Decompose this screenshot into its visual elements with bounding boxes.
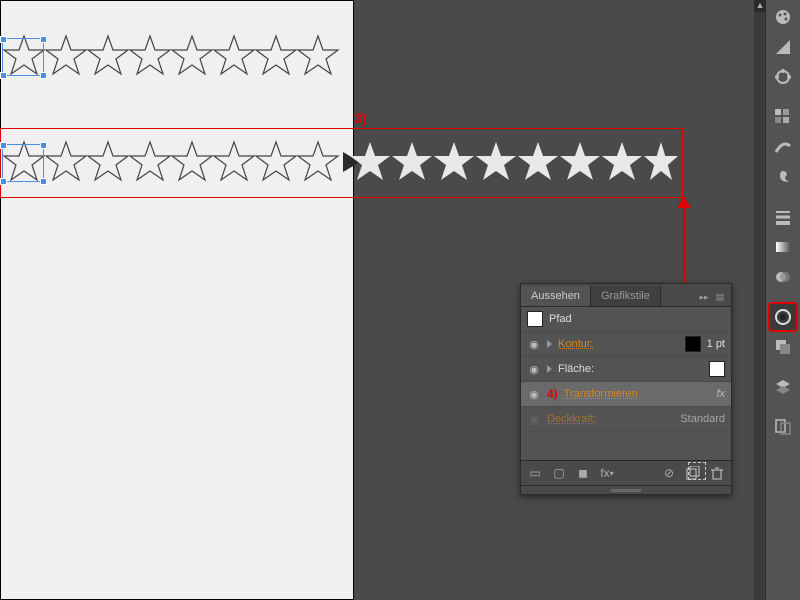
tab-appearance[interactable]: Aussehen xyxy=(521,286,591,306)
transform-link[interactable]: Transformieren xyxy=(564,388,638,400)
visibility-eye-icon[interactable]: ◉ xyxy=(527,362,541,376)
add-effect-icon[interactable]: fx▾ xyxy=(599,465,615,481)
delete-icon[interactable] xyxy=(709,465,725,481)
transparency-icon[interactable] xyxy=(770,264,796,290)
color-palette-icon[interactable] xyxy=(770,4,796,30)
star-row-top-wrap xyxy=(0,32,352,82)
arrow-head-icon xyxy=(677,196,691,208)
add-stroke-icon[interactable]: ▢ xyxy=(551,465,567,481)
selection-handle[interactable] xyxy=(0,36,7,43)
selection-handle[interactable] xyxy=(40,178,47,185)
star-row-top-svg[interactable] xyxy=(0,32,352,82)
annotation-box-3 xyxy=(0,128,683,198)
fill-swatch[interactable] xyxy=(709,361,725,377)
panel-spacer xyxy=(521,432,731,460)
visibility-eye-icon[interactable]: ◉ xyxy=(527,387,541,401)
swatches-icon[interactable] xyxy=(770,104,796,130)
stroke-value[interactable]: 1 pt xyxy=(707,338,725,350)
add-fill-icon[interactable]: ◼ xyxy=(575,465,591,481)
selection-box-top xyxy=(2,38,44,76)
object-type-row: Pfad xyxy=(521,307,731,332)
transform-effect-row[interactable]: ◉ 4) Transformieren fx xyxy=(521,382,731,407)
selection-handle[interactable] xyxy=(0,72,7,79)
right-dock xyxy=(765,0,800,600)
selection-handle[interactable] xyxy=(0,178,7,185)
layers-icon[interactable] xyxy=(770,374,796,400)
artboard[interactable] xyxy=(0,0,354,600)
expand-triangle-icon[interactable] xyxy=(547,340,552,348)
stroke-swatch[interactable] xyxy=(685,336,701,352)
appearance-panel-icon[interactable] xyxy=(770,304,796,330)
object-type-label: Pfad xyxy=(549,313,572,325)
panel-resize-grip[interactable] xyxy=(521,485,731,494)
selection-box-mid xyxy=(2,144,44,182)
panel-tabbar: Aussehen Grafikstile ▸▸ ▤ xyxy=(521,284,731,307)
selection-handle[interactable] xyxy=(40,72,47,79)
opacity-link[interactable]: Deckkraft: xyxy=(547,413,597,425)
graphic-styles-icon[interactable] xyxy=(770,334,796,360)
new-art-basic-icon[interactable]: ▭ xyxy=(527,465,543,481)
artboards-icon[interactable] xyxy=(770,414,796,440)
symbols-icon[interactable] xyxy=(770,164,796,190)
fill-row[interactable]: ◉ Fläche: xyxy=(521,357,731,382)
duplicate-drop-hint xyxy=(688,462,706,480)
selection-handle[interactable] xyxy=(40,36,47,43)
tab-graphic-styles[interactable]: Grafikstile xyxy=(591,286,661,306)
visibility-eye-icon[interactable]: ◉ xyxy=(527,412,541,426)
kuler-icon[interactable] xyxy=(770,64,796,90)
brushes-icon[interactable] xyxy=(770,134,796,160)
expand-triangle-icon[interactable] xyxy=(547,365,552,373)
opacity-value: Standard xyxy=(680,413,725,425)
annotation-label-4: 4) xyxy=(547,387,558,401)
object-thumbnail xyxy=(527,311,543,327)
panel-collapse-icon[interactable]: ▸▸ xyxy=(699,292,709,302)
gradient-icon[interactable] xyxy=(770,234,796,260)
selection-handle[interactable] xyxy=(0,142,7,149)
opacity-row[interactable]: ◉ Deckkraft: Standard xyxy=(521,407,731,432)
fx-badge: fx xyxy=(716,388,725,400)
stroke-icon[interactable] xyxy=(770,204,796,230)
color-guide-icon[interactable] xyxy=(770,34,796,60)
clear-appearance-icon[interactable]: ⊘ xyxy=(661,465,677,481)
annotation-label-3: 3) xyxy=(354,110,366,126)
stroke-row[interactable]: ◉ Kontur: 1 pt xyxy=(521,332,731,357)
fx-text: fx xyxy=(600,466,609,480)
visibility-eye-icon[interactable]: ◉ xyxy=(527,337,541,351)
stroke-link[interactable]: Kontur: xyxy=(558,338,593,350)
selection-handle[interactable] xyxy=(40,142,47,149)
panel-menu-icon[interactable]: ▤ xyxy=(715,292,725,302)
fill-label: Fläche: xyxy=(558,363,594,375)
